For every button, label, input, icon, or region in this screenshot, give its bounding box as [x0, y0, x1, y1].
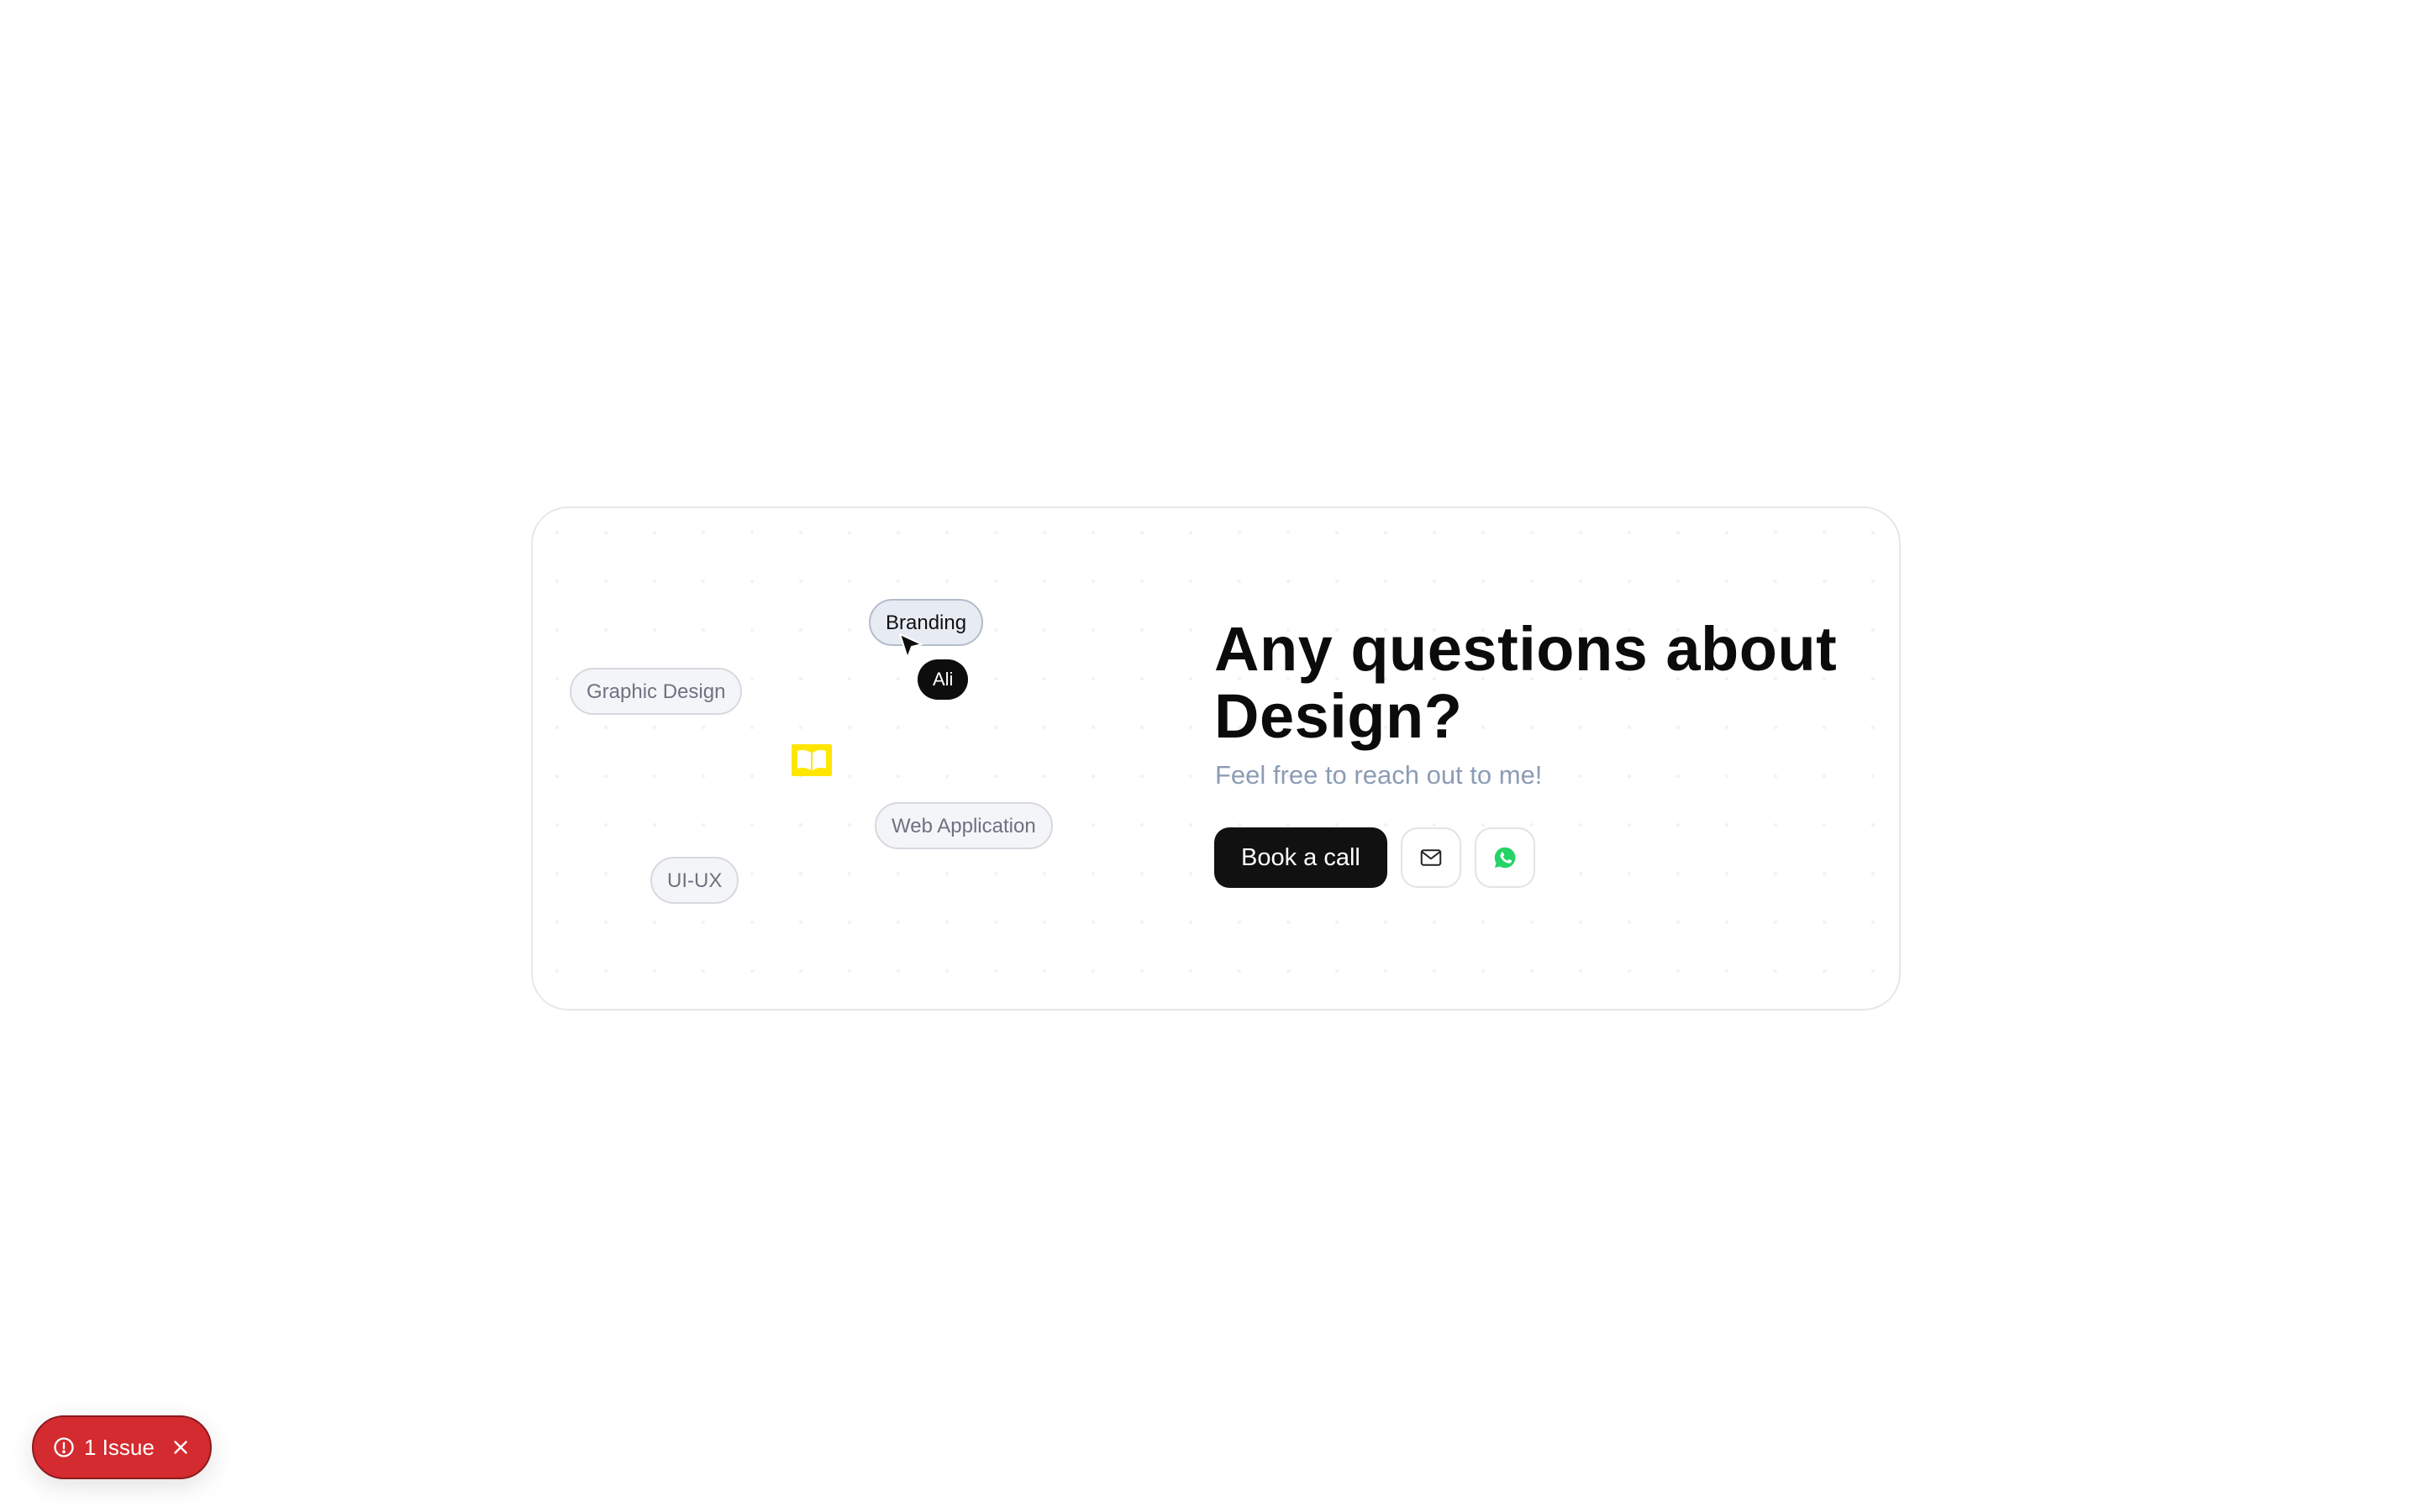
tag-web-application[interactable]: Web Application [875, 802, 1053, 849]
mail-icon [1420, 849, 1442, 866]
close-icon[interactable] [170, 1436, 192, 1458]
pointer-cursor-icon [899, 633, 923, 659]
tag-branding[interactable]: Branding [869, 599, 984, 646]
tag-ui-ux[interactable]: UI-UX [650, 857, 739, 904]
book-open-icon [792, 744, 832, 776]
page-title: Any questions about Design? [1214, 614, 1838, 751]
issue-badge[interactable]: 1 Issue [32, 1415, 212, 1479]
dot-pattern-background [533, 508, 1899, 1009]
alert-circle-icon [54, 1437, 74, 1457]
issue-badge-label: 1 Issue [84, 1434, 155, 1460]
subtitle: Feel free to reach out to me! [1215, 760, 1543, 790]
cta-row: Book a call [1214, 827, 1535, 888]
whatsapp-button[interactable] [1474, 827, 1535, 888]
book-call-button[interactable]: Book a call [1214, 827, 1387, 888]
contact-card: Graphic Design Branding Web Application … [531, 507, 1901, 1011]
email-button[interactable] [1400, 827, 1461, 888]
whatsapp-icon [1494, 847, 1516, 869]
tag-graphic-design[interactable]: Graphic Design [570, 668, 743, 715]
page: Graphic Design Branding Web Application … [0, 0, 2420, 1512]
cursor-name-tag: Ali [918, 659, 969, 700]
